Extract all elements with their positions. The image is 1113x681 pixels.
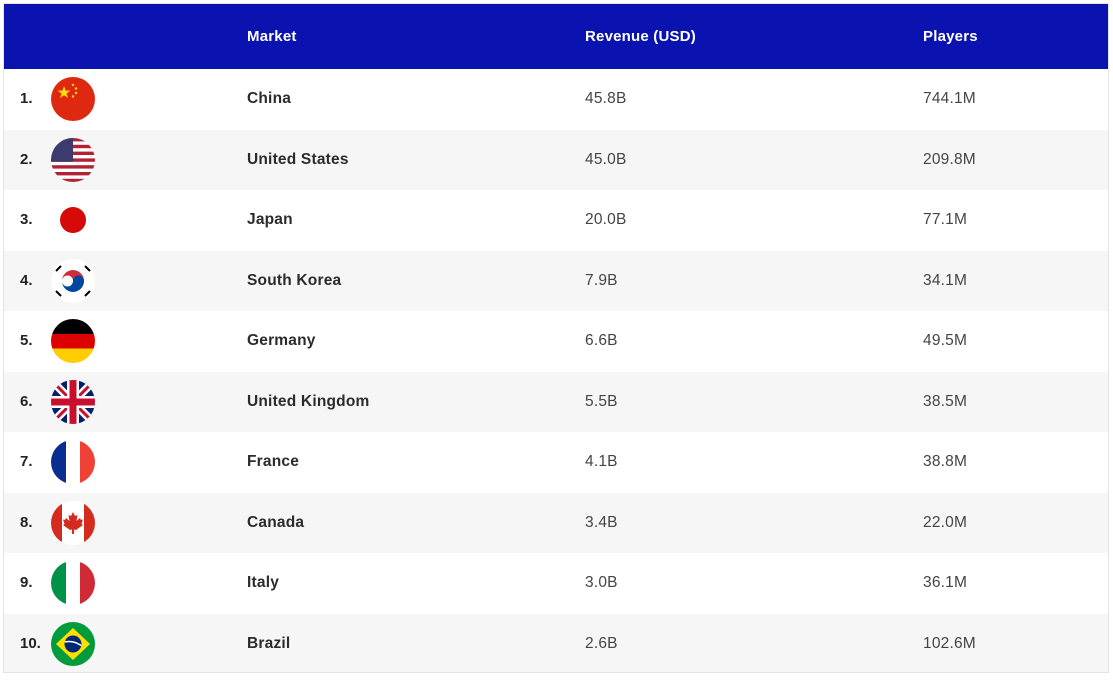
revenue-value: 7.9B [585,271,618,289]
table-row: 3. Japan 20.0B 77.1M [4,190,1108,251]
revenue-value: 3.4B [585,513,618,531]
market-name: France [247,453,300,470]
italy-flag-icon [51,561,95,605]
players-value: 77.1M [923,211,968,228]
china-flag-icon [51,77,95,121]
rank: 3. [20,211,33,228]
revenue-value: 45.0B [585,150,627,168]
revenue-value: 20.0B [585,211,627,228]
table-header: Market Revenue (USD) Players [4,4,1108,69]
table-row: 8. Canada 3.4B 22.0M [4,492,1108,553]
table-row: 1. China 45.8B 744.1M [4,69,1108,130]
germany-flag-icon [51,319,95,363]
market-name: Canada [247,513,305,531]
market-name: Brazil [247,634,291,652]
rank: 2. [20,150,33,168]
canada-flag-icon [51,500,95,545]
revenue-value: 4.1B [585,453,618,470]
table-row: 5. Germany 6.6B 49.5M [4,311,1108,372]
table-row: 2. United States 45.0B 209.8M [4,129,1108,190]
header-players: Players [923,28,978,45]
revenue-value: 2.6B [585,634,618,652]
header-revenue: Revenue (USD) [585,28,696,45]
players-value: 209.8M [923,150,976,168]
market-name: United Kingdom [247,392,370,410]
players-value: 36.1M [923,574,968,591]
france-flag-icon [51,440,95,484]
table-row: 6. United Kingdom 5.5B 38.5M [4,371,1108,432]
table-row: 9. Italy 3.0B 36.1M [4,553,1108,614]
players-value: 38.8M [923,453,968,470]
market-name: China [247,90,292,107]
rank: 8. [20,513,33,531]
revenue-value: 5.5B [585,392,618,410]
rank: 10. [20,634,41,652]
rank: 9. [20,574,33,591]
market-name: Germany [247,332,316,349]
revenue-value: 3.0B [585,574,618,591]
rank: 7. [20,453,33,470]
market-table: Market Revenue (USD) Players 1. China 45… [3,3,1109,673]
table-row: 4. South Korea 7.9B 34.1M [4,250,1108,311]
revenue-value: 6.6B [585,332,618,349]
header-market: Market [247,28,297,45]
table-row: 10. Brazil 2.6B 102.6M [4,613,1108,672]
united-kingdom-flag-icon [51,379,95,424]
players-value: 49.5M [923,332,968,349]
players-value: 38.5M [923,392,968,410]
revenue-value: 45.8B [585,90,627,107]
south-korea-flag-icon [51,258,95,303]
market-name: Italy [247,574,280,591]
rank: 1. [20,90,33,107]
brazil-flag-icon [51,621,95,666]
players-value: 22.0M [923,513,968,531]
market-name: South Korea [247,271,342,289]
players-value: 102.6M [923,634,976,652]
table-row: 7. France 4.1B 38.8M [4,432,1108,493]
market-name: Japan [247,211,293,228]
market-name: United States [247,150,349,168]
players-value: 34.1M [923,271,968,289]
japan-flag-icon [51,198,95,242]
united-states-flag-icon [51,137,95,182]
players-value: 744.1M [923,90,976,107]
rank: 5. [20,332,33,349]
rank: 6. [20,392,33,410]
rank: 4. [20,271,33,289]
